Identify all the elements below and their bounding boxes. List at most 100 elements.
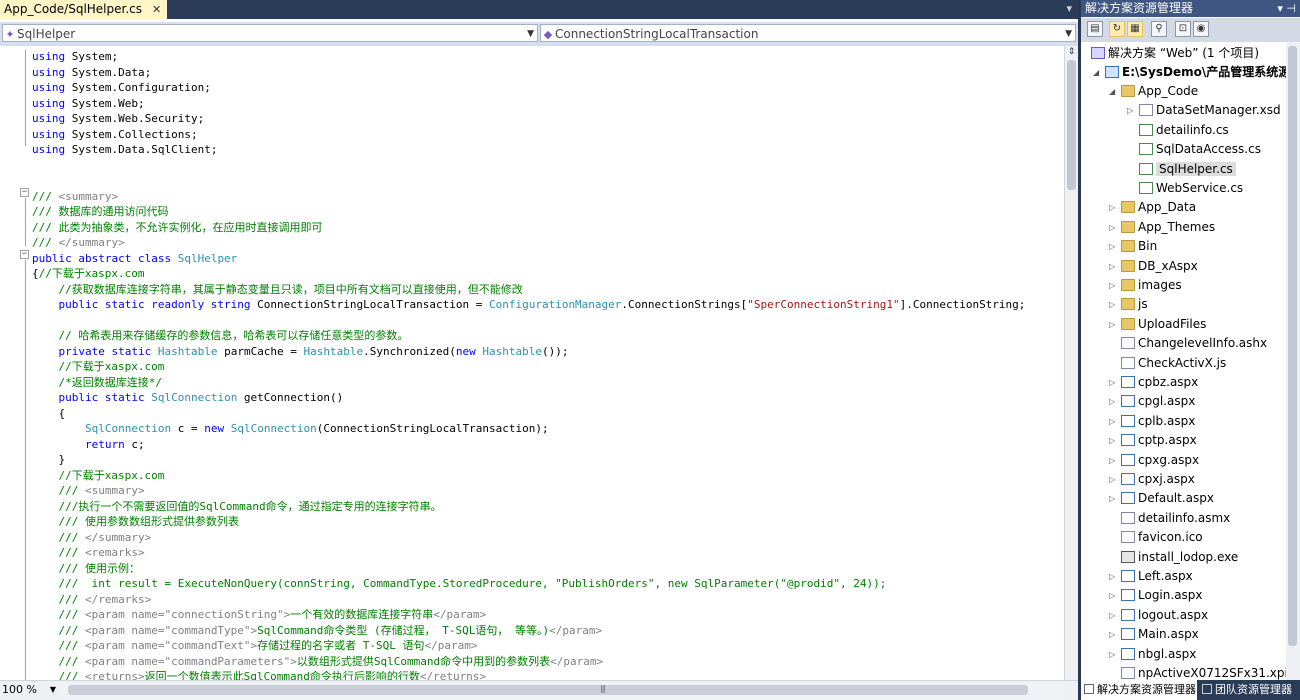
tree-item[interactable]: ▷ App_Themes: [1109, 218, 1215, 237]
tree-item[interactable]: SqlHelper.cs: [1139, 160, 1236, 179]
tree-item[interactable]: favicon.ico: [1121, 528, 1203, 547]
web-icon: [1121, 473, 1135, 485]
tree-item[interactable]: ▷ nbgl.aspx: [1109, 645, 1196, 664]
code-token: "SperConnectionString1": [747, 298, 900, 311]
tree-item[interactable]: ▷ cpxj.aspx: [1109, 470, 1195, 489]
tree-item[interactable]: ChangelevelInfo.ashx: [1121, 334, 1267, 353]
zoom-dropdown[interactable]: 100 % ▼: [2, 682, 58, 698]
code-line: /// <param name="commandText">存储过程的名字或者 …: [32, 638, 477, 653]
collapsed-arrow-icon[interactable]: ▷: [1127, 101, 1133, 120]
collapsed-arrow-icon[interactable]: ▷: [1109, 489, 1115, 508]
code-text-area[interactable]: − − using System; using System.Data; using…: [0, 46, 1064, 680]
code-token: Hashtable: [303, 344, 364, 358]
collapsed-arrow-icon[interactable]: ▷: [1109, 237, 1115, 256]
collapsed-arrow-icon[interactable]: ▷: [1109, 295, 1115, 314]
view-code-icon[interactable]: ⊡: [1175, 21, 1191, 37]
close-icon[interactable]: ✕: [152, 0, 161, 19]
code-line: /// <summary>: [32, 483, 144, 498]
code-line: return c;: [32, 437, 145, 452]
tree-item[interactable]: ▷ App_Data: [1109, 198, 1196, 217]
collapsed-arrow-icon[interactable]: ▷: [1109, 392, 1115, 411]
outline-gutter: − −: [0, 46, 30, 680]
code-token: c =: [171, 422, 205, 435]
collapse-region-icon[interactable]: −: [20, 250, 29, 259]
collapsed-arrow-icon[interactable]: ▷: [1109, 373, 1115, 392]
split-icon[interactable]: ⇕: [1067, 48, 1076, 57]
solution-tree: 解决方案 “Web” (1 个项目) ◢ E:\SysDemo\产品管理系统源码…: [1081, 42, 1286, 680]
collapsed-arrow-icon[interactable]: ▷: [1109, 431, 1115, 450]
collapsed-arrow-icon[interactable]: ▷: [1109, 625, 1115, 644]
collapsed-arrow-icon[interactable]: ▷: [1109, 276, 1115, 295]
tab-team-explorer[interactable]: 团队资源管理器: [1199, 680, 1300, 700]
tree-item[interactable]: ▷ cpxg.aspx: [1109, 451, 1199, 470]
collapsed-arrow-icon[interactable]: ▷: [1109, 567, 1115, 586]
view-designer-icon[interactable]: ◉: [1193, 21, 1209, 37]
collapsed-arrow-icon[interactable]: ▷: [1109, 645, 1115, 664]
tree-item[interactable]: detailinfo.cs: [1139, 121, 1229, 140]
tree-item[interactable]: ◢ App_Code: [1109, 82, 1198, 101]
tab-solution-explorer[interactable]: 解决方案资源管理器: [1081, 680, 1197, 700]
tree-item[interactable]: ▷ js: [1109, 295, 1148, 314]
tree-item[interactable]: ▷ images: [1109, 276, 1182, 295]
tree-item[interactable]: SqlDataAccess.cs: [1139, 140, 1261, 159]
scrollbar-thumb[interactable]: [1288, 46, 1297, 646]
tree-item[interactable]: ▷ Login.aspx: [1109, 586, 1203, 605]
expanded-arrow-icon[interactable]: ◢: [1109, 82, 1115, 101]
tree-item[interactable]: ▷ Main.aspx: [1109, 625, 1199, 644]
code-token: public static: [32, 391, 145, 404]
code-line: public static readonly string Connection…: [32, 297, 1025, 312]
document-tab-sqlhelper[interactable]: App_Code/SqlHelper.cs ✕: [0, 0, 168, 19]
collapsed-arrow-icon[interactable]: ▷: [1109, 470, 1115, 489]
collapsed-arrow-icon[interactable]: ▷: [1109, 257, 1115, 276]
tree-item[interactable]: detailinfo.asmx: [1121, 509, 1230, 528]
solution-node[interactable]: 解决方案 “Web” (1 个项目): [1091, 44, 1259, 63]
copy-website-icon[interactable]: ⚲: [1151, 21, 1167, 37]
collapse-region-icon[interactable]: −: [20, 188, 29, 197]
code-line: public abstract class SqlHelper: [32, 251, 237, 266]
tree-item[interactable]: ▷ cplb.aspx: [1109, 412, 1195, 431]
code-line: using System.Web;: [32, 96, 145, 111]
chevron-down-icon[interactable]: ▾: [1066, 2, 1072, 15]
code-token: using: [32, 143, 66, 156]
collapsed-arrow-icon[interactable]: ▷: [1109, 606, 1115, 625]
editor-horizontal-scrollbar[interactable]: |||: [60, 683, 1064, 697]
pin-icon[interactable]: ▾ ⊣: [1277, 0, 1296, 17]
collapsed-arrow-icon[interactable]: ▷: [1109, 586, 1115, 605]
class-dropdown[interactable]: ✦ SqlHelper ▼: [2, 24, 538, 42]
scrollbar-thumb[interactable]: [1067, 60, 1076, 190]
collapsed-arrow-icon[interactable]: ▷: [1109, 198, 1115, 217]
expanded-arrow-icon[interactable]: ◢: [1093, 63, 1099, 82]
code-token: public static readonly string: [32, 298, 251, 311]
tree-vertical-scrollbar[interactable]: [1286, 42, 1300, 680]
scrollbar-thumb[interactable]: [68, 685, 1028, 695]
properties-icon[interactable]: ▤: [1087, 21, 1103, 37]
tree-item[interactable]: WebService.cs: [1139, 179, 1243, 198]
tree-item[interactable]: ▷ Left.aspx: [1109, 567, 1193, 586]
tree-item[interactable]: ▷ UploadFiles: [1109, 315, 1206, 334]
code-token: using: [32, 50, 66, 63]
project-node[interactable]: ◢ E:\SysDemo\产品管理系统源码\: [1093, 63, 1286, 82]
tree-item[interactable]: ▷ DataSetManager.xsd: [1127, 101, 1281, 120]
tree-item[interactable]: ▷ Bin: [1109, 237, 1157, 256]
tree-item[interactable]: npActiveX0712SFx31.xpi: [1121, 664, 1286, 680]
member-dropdown[interactable]: ◆ ConnectionStringLocalTransaction ▼: [540, 24, 1076, 42]
tree-item-label: SqlHelper.cs: [1156, 161, 1236, 176]
show-all-files-icon[interactable]: ▦: [1127, 21, 1143, 37]
collapsed-arrow-icon[interactable]: ▷: [1109, 412, 1115, 431]
editor-vertical-scrollbar[interactable]: ⇕: [1064, 46, 1078, 680]
collapsed-arrow-icon[interactable]: ▷: [1109, 315, 1115, 334]
tree-item[interactable]: ▷ DB_xAspx: [1109, 257, 1198, 276]
collapsed-arrow-icon[interactable]: ▷: [1109, 451, 1115, 470]
tree-item[interactable]: install_lodop.exe: [1121, 548, 1238, 567]
grip-icon: |||: [600, 684, 606, 693]
collapsed-arrow-icon[interactable]: ▷: [1109, 218, 1115, 237]
web-icon: [1121, 395, 1135, 408]
tree-item[interactable]: ▷ cptp.aspx: [1109, 431, 1197, 450]
tree-item[interactable]: CheckActivX.js: [1121, 354, 1226, 373]
tree-item[interactable]: ▷ cpbz.aspx: [1109, 373, 1198, 392]
tree-item[interactable]: ▷ logout.aspx: [1109, 606, 1208, 625]
refresh-icon[interactable]: ↻: [1109, 21, 1125, 37]
tree-item[interactable]: ▷ Default.aspx: [1109, 489, 1214, 508]
file-icon: [1121, 531, 1135, 544]
tree-item[interactable]: ▷ cpgl.aspx: [1109, 392, 1195, 411]
